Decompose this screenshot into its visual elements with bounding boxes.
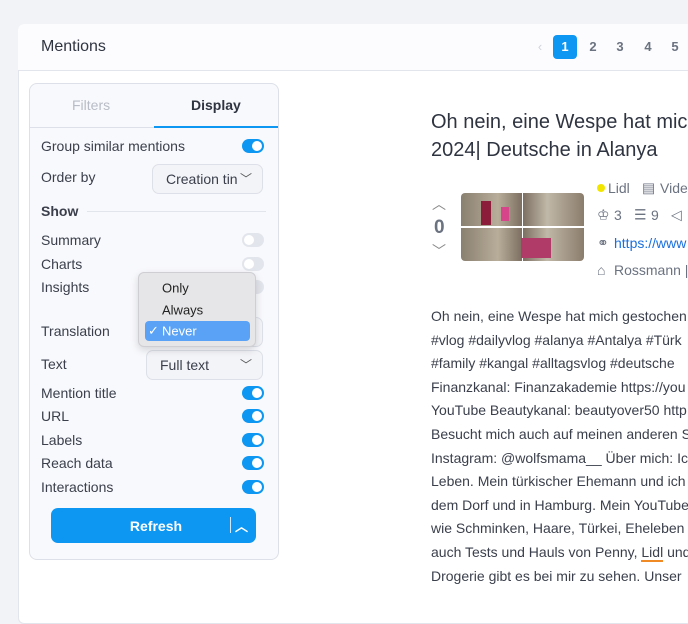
charts-toggle[interactable] xyxy=(242,257,264,271)
refresh-button[interactable]: Refresh ︿ xyxy=(51,508,256,543)
page-2[interactable]: 2 xyxy=(581,35,605,59)
mention-body: Oh nein, eine Wespe hat mich gestochen #v… xyxy=(431,308,688,584)
text-value: Full text xyxy=(160,357,210,373)
mention-title-label: Mention title xyxy=(41,385,117,401)
keyword-highlight: Lidl xyxy=(641,543,664,562)
page-1[interactable]: 1 xyxy=(553,35,577,59)
chevron-up-icon[interactable]: ︿ xyxy=(235,516,248,535)
downvote-icon[interactable]: ﹀ xyxy=(432,241,446,261)
translation-label: Translation xyxy=(41,323,110,339)
video-icon: ▤ xyxy=(642,179,656,196)
page-title: Mentions xyxy=(41,38,106,55)
brand-name[interactable]: Lidl xyxy=(608,180,630,196)
interactions-label: Interactions xyxy=(41,479,114,495)
labels-label: Labels xyxy=(41,432,83,448)
source-type: Vide xyxy=(660,180,688,196)
mention-thumbnail[interactable] xyxy=(461,193,584,261)
mention-title[interactable]: Oh nein, eine Wespe hat mich 2024| Deutsc… xyxy=(431,108,688,164)
interactions-toggle[interactable] xyxy=(242,480,264,494)
active-tab-indicator xyxy=(154,126,278,128)
order-by-value: Creation tin xyxy=(166,171,238,187)
pagination-prev[interactable]: ‹ xyxy=(528,35,552,59)
labels-toggle[interactable] xyxy=(242,433,264,447)
vote-count: 0 xyxy=(434,217,445,238)
stat-list: 9 xyxy=(651,207,659,223)
option-never[interactable]: Never xyxy=(162,324,197,339)
charts-label: Charts xyxy=(41,256,83,272)
megaphone-icon: ◁ xyxy=(671,206,682,223)
summary-label: Summary xyxy=(41,232,101,248)
mention-title-toggle[interactable] xyxy=(242,386,264,400)
reach-data-toggle[interactable] xyxy=(242,456,264,470)
chevron-down-icon: ﹀ xyxy=(239,172,252,186)
crown-icon: ♔ xyxy=(597,206,610,223)
insights-label: Insights xyxy=(41,279,90,295)
upvote-icon[interactable]: ︿ xyxy=(432,194,446,214)
tab-filters[interactable]: Filters xyxy=(72,97,110,113)
page-5[interactable]: 5 xyxy=(663,35,687,59)
page-3[interactable]: 3 xyxy=(608,35,632,59)
stat-crown: 3 xyxy=(614,207,622,223)
group-similar-label: Group similar mentions xyxy=(41,138,185,154)
chevron-down-icon: ﹀ xyxy=(239,358,252,372)
order-by-label: Order by xyxy=(41,169,96,185)
group-similar-toggle[interactable] xyxy=(242,139,264,153)
text-label: Text xyxy=(41,356,67,372)
text-select[interactable]: Full text ﹀ xyxy=(146,350,263,380)
option-always[interactable]: Always xyxy=(162,303,203,318)
tag-icon: ⌂ xyxy=(597,262,606,278)
summary-toggle[interactable] xyxy=(242,233,264,247)
brand-dot xyxy=(597,184,605,192)
list-icon: ☰ xyxy=(634,206,647,223)
divider xyxy=(87,211,266,212)
page-4[interactable]: 4 xyxy=(636,35,660,59)
order-by-select[interactable]: Creation tin ﹀ xyxy=(152,164,263,194)
button-divider xyxy=(230,517,231,533)
reach-data-label: Reach data xyxy=(41,455,113,471)
link-icon: ⚭ xyxy=(597,234,609,251)
check-icon: ✓ xyxy=(148,323,159,338)
mention-label[interactable]: Rossmann | xyxy=(614,262,688,278)
option-only[interactable]: Only xyxy=(162,281,189,296)
url-toggle[interactable] xyxy=(242,409,264,423)
url-label: URL xyxy=(41,408,70,424)
mention-url[interactable]: https://www xyxy=(614,235,686,251)
selected-option-highlight xyxy=(145,321,250,341)
show-heading: Show xyxy=(41,203,79,219)
tab-display[interactable]: Display xyxy=(191,97,241,113)
